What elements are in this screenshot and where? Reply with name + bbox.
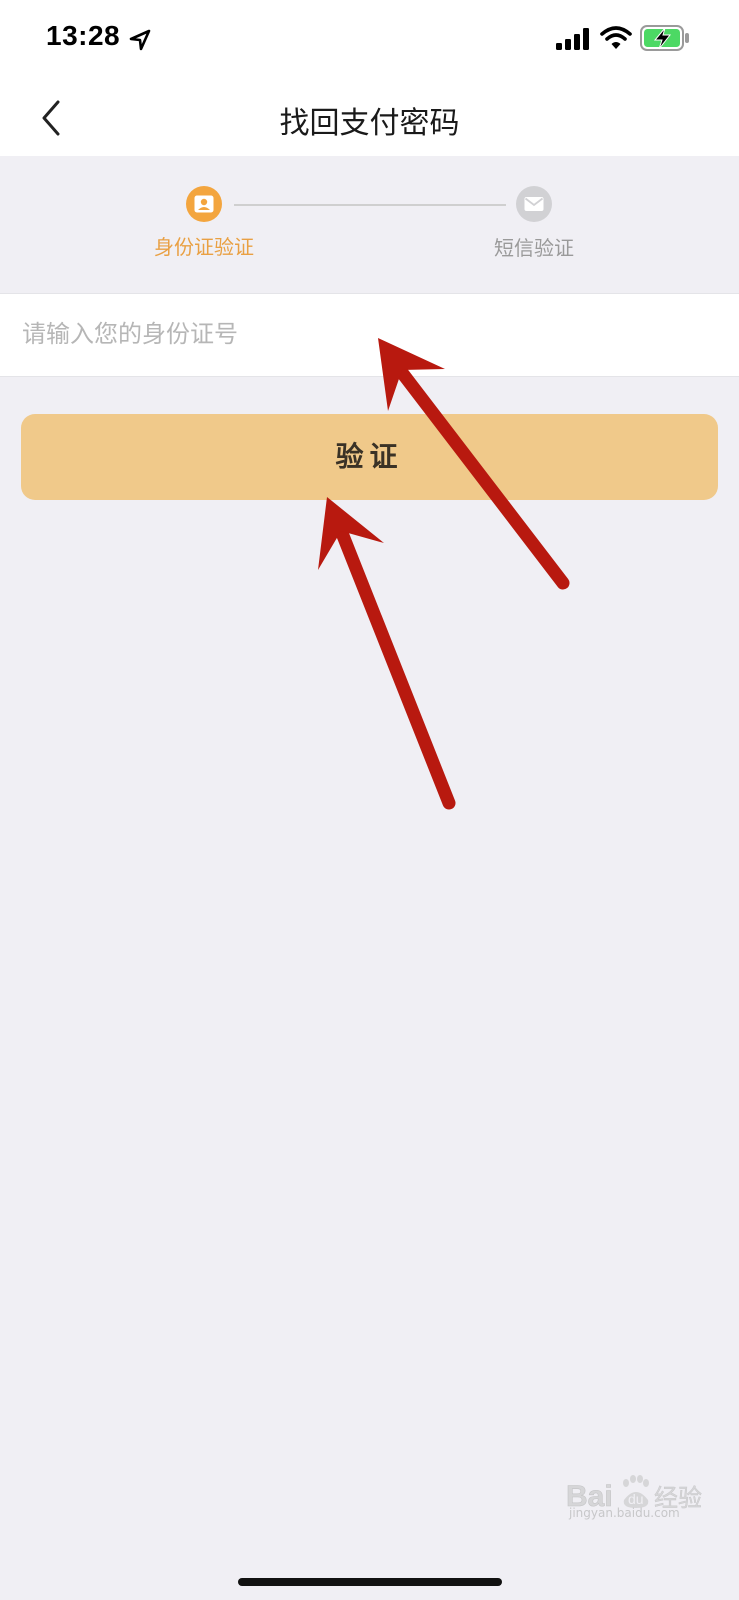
step-1-label: 身份证验证	[154, 235, 254, 259]
verify-button[interactable]: 验证	[21, 414, 718, 500]
step-1-indicator	[186, 186, 222, 222]
step-connector-line	[234, 204, 506, 206]
step-2-label: 短信验证	[494, 236, 574, 260]
id-card-icon	[194, 195, 214, 213]
navigation-bar: 找回支付密码	[0, 80, 739, 156]
svg-text:du: du	[628, 1491, 644, 1507]
id-number-input[interactable]	[22, 312, 702, 356]
location-arrow-icon	[129, 29, 151, 51]
step-indicator: 身份证验证 短信验证	[0, 156, 739, 288]
wifi-icon	[600, 26, 632, 49]
watermark-url: jingyan.baidu.com	[569, 1506, 680, 1520]
step-2-indicator	[516, 186, 552, 222]
cellular-signal-icon	[556, 28, 589, 50]
status-time: 13:28	[46, 20, 121, 51]
envelope-icon	[524, 197, 544, 211]
annotation-arrow-to-button	[318, 497, 456, 810]
status-bar: 13:28	[0, 0, 739, 80]
page-title: 找回支付密码	[279, 106, 460, 141]
id-number-input-row	[0, 293, 739, 377]
battery-charging-icon	[640, 25, 689, 51]
home-indicator[interactable]	[238, 1578, 502, 1586]
